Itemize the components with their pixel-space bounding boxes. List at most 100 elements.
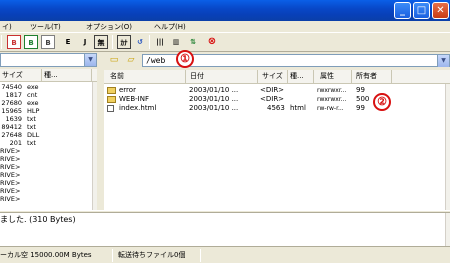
list-item[interactable]: RIVE>	[0, 187, 92, 195]
open-folder-icon[interactable]: ▱	[124, 53, 138, 67]
none-icon[interactable]: 無	[94, 35, 108, 49]
remote-list-scrollbar[interactable]	[445, 84, 450, 210]
stop-icon[interactable]: ⊗	[205, 35, 219, 49]
file-icon	[107, 105, 114, 112]
column-header-date[interactable]: 日付	[186, 70, 258, 83]
column-header-type[interactable]: 種...	[288, 70, 314, 83]
folder-icon	[107, 96, 116, 103]
list-item[interactable]: RIVE>	[0, 147, 92, 155]
log-scrollbar[interactable]	[445, 213, 450, 246]
list-item[interactable]: 1639 txt	[0, 115, 92, 123]
columns-icon[interactable]: |||	[153, 35, 167, 49]
file-date: 2003/01/10 ...	[189, 95, 239, 103]
toolbar-separator	[1, 35, 2, 49]
menu-bar: イ) ツール(T) オプション(O) ヘルプ(H)	[0, 21, 450, 33]
status-transfer-queue: 転送待ちファイル0個	[118, 251, 186, 259]
table-row[interactable]: error 2003/01/10 ... <DIR> rwxrwxr... 99	[104, 86, 445, 95]
file-size: 27680	[1, 99, 22, 107]
menu-item-help[interactable]: ヘルプ(H)	[154, 21, 186, 33]
jis-icon[interactable]: J	[78, 35, 92, 49]
list-item[interactable]: 27648 DLL	[0, 131, 92, 139]
local-list-scrollbar[interactable]	[92, 82, 97, 210]
close-button[interactable]: ✕	[432, 2, 449, 19]
file-type: html	[290, 104, 306, 112]
list-item[interactable]: 201 txt	[0, 139, 92, 147]
table-row[interactable]: index.html 2003/01/10 ... 4563 html rw-r…	[104, 104, 445, 113]
menu-item-view[interactable]: イ)	[2, 21, 12, 33]
drive-label: RIVE>	[0, 163, 21, 171]
file-size: 15965	[1, 107, 22, 115]
log-panel: ました. (310 Bytes)	[0, 213, 445, 246]
file-date: 2003/01/10 ...	[189, 86, 239, 94]
status-separator	[112, 249, 113, 262]
remote-file-list[interactable]: error 2003/01/10 ... <DIR> rwxrwxr... 99…	[104, 84, 445, 210]
file-size: 201	[9, 139, 22, 147]
b-red-icon[interactable]: B	[7, 35, 21, 49]
file-name: error	[119, 86, 136, 94]
file-size: <DIR>	[260, 95, 285, 103]
refresh-icon[interactable]: ↺	[133, 35, 147, 49]
column-header-attributes[interactable]: 属性	[314, 70, 352, 83]
folder-up-icon[interactable]: ▭	[107, 53, 121, 67]
drive-label: RIVE>	[0, 155, 21, 163]
list-item[interactable]: RIVE>	[0, 179, 92, 187]
chevron-down-icon[interactable]: ▼	[84, 54, 96, 66]
file-attributes: rw-rw-r...	[317, 105, 344, 112]
file-attributes: rwxrwxr...	[317, 96, 347, 103]
local-drive-combo[interactable]: ▼	[0, 53, 97, 67]
file-type: txt	[27, 123, 36, 131]
drive-label: RIVE>	[0, 179, 21, 187]
menu-item-tools[interactable]: ツール(T)	[30, 21, 61, 33]
local-file-list[interactable]: 74540 exe 1817 cnt 27680 exe 15965 HLP 1639 t…	[0, 82, 92, 210]
drive-label: RIVE>	[0, 195, 21, 203]
sync-icon[interactable]: ⇅	[186, 35, 200, 49]
list-item[interactable]: RIVE>	[0, 155, 92, 163]
minimize-button[interactable]: _	[394, 2, 411, 19]
toolbar-separator	[149, 35, 150, 49]
drive-label: RIVE>	[0, 187, 21, 195]
column-header-owner[interactable]: 所有者	[352, 70, 392, 83]
column-header-name[interactable]: 名前	[104, 70, 186, 83]
file-type: txt	[27, 139, 36, 147]
file-type: HLP	[27, 107, 40, 115]
b-gray-icon[interactable]: B	[41, 35, 55, 49]
list-item[interactable]: RIVE>	[0, 171, 92, 179]
euc-icon[interactable]: E	[61, 35, 75, 49]
file-name: WEB-INF	[119, 95, 149, 103]
kana-icon[interactable]: ｶﾅ	[117, 35, 131, 49]
column-header-type[interactable]: 種...	[42, 69, 92, 82]
file-owner: 99	[356, 86, 365, 94]
chevron-down-icon[interactable]: ▼	[437, 55, 449, 67]
log-message: ました. (310 Bytes)	[0, 215, 76, 224]
list-item[interactable]: 89412 txt	[0, 123, 92, 131]
list-item[interactable]: RIVE>	[0, 195, 92, 203]
drive-label: RIVE>	[0, 171, 21, 179]
column-header-size[interactable]: サイズ	[0, 69, 42, 82]
maximize-button[interactable]: □	[413, 2, 430, 19]
list-item[interactable]: RIVE>	[0, 163, 92, 171]
file-size: 1817	[5, 91, 22, 99]
drive-label: RIVE>	[0, 147, 21, 155]
file-type: exe	[27, 83, 39, 91]
file-owner: 99	[356, 104, 365, 112]
list-icon[interactable]: ▥	[169, 35, 183, 49]
file-size: 74540	[1, 83, 22, 91]
menu-item-options[interactable]: オプション(O)	[86, 21, 132, 33]
remote-list-header: 名前 日付 サイズ 種... 属性 所有者	[104, 70, 450, 84]
list-item[interactable]: 15965 HLP	[0, 107, 92, 115]
file-owner: 500	[356, 95, 370, 103]
status-bar: ーカル空 15000.00M Bytes 転送待ちファイル0個	[0, 246, 450, 263]
file-date: 2003/01/10 ...	[189, 104, 239, 112]
file-type: DLL	[27, 131, 40, 139]
toolbar: B B B E J 無 ｶﾅ ↺ ||| ▥ ⇅ ⊗	[0, 33, 450, 52]
list-item[interactable]: 74540 exe	[0, 83, 92, 91]
b-green-icon[interactable]: B	[24, 35, 38, 49]
column-header-size[interactable]: サイズ	[258, 70, 288, 83]
list-item[interactable]: 27680 exe	[0, 99, 92, 107]
file-size: 89412	[1, 123, 22, 131]
file-type: cnt	[27, 91, 38, 99]
callout-marker-2: ②	[373, 93, 391, 111]
list-item[interactable]: 1817 cnt	[0, 91, 92, 99]
file-name: index.html	[119, 104, 157, 112]
table-row[interactable]: WEB-INF 2003/01/10 ... <DIR> rwxrwxr... …	[104, 95, 445, 104]
